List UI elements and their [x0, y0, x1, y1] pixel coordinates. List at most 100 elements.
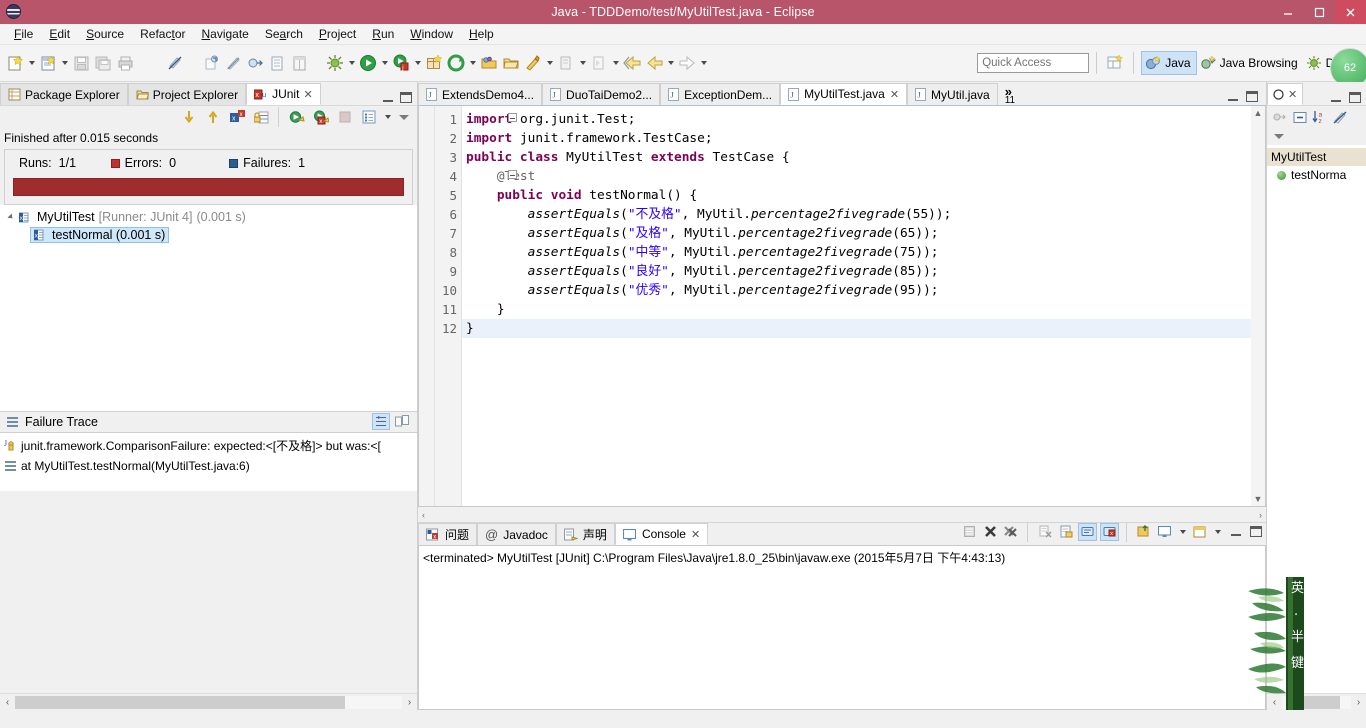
- outline-tree[interactable]: MyUtilTest testNorma: [1267, 145, 1366, 693]
- open-console-icon[interactable]: [1191, 523, 1209, 540]
- back-history-icon[interactable]: [621, 52, 643, 75]
- maximize-console-icon[interactable]: [1250, 526, 1262, 537]
- perspective-java-browsing[interactable]: Java Browsing: [1197, 51, 1303, 75]
- tab-outline[interactable]: ✕: [1267, 83, 1304, 105]
- code-line[interactable]: }: [462, 300, 1251, 319]
- scroll-right-arrow-icon[interactable]: ›: [1351, 695, 1366, 710]
- menu-item-edit[interactable]: Edit: [41, 25, 78, 43]
- table-row[interactable]: x testNormal (0.001 s): [0, 226, 417, 244]
- run-icon[interactable]: [357, 52, 379, 75]
- editor-text-area[interactable]: import org.junit.Test; import junit.frame…: [462, 106, 1251, 506]
- previous-failure-icon[interactable]: [202, 106, 224, 129]
- scroll-right-arrow-icon[interactable]: ›: [1255, 510, 1266, 520]
- tab-package-explorer[interactable]: Package Explorer: [0, 83, 128, 105]
- tab-declaration[interactable]: 声明: [555, 523, 615, 545]
- scroll-thumb[interactable]: [15, 695, 345, 709]
- scroll-down-arrow-icon[interactable]: ▼: [1254, 494, 1263, 504]
- forward-history-icon[interactable]: [643, 52, 665, 75]
- menu-item-window[interactable]: Window: [402, 25, 461, 43]
- code-line[interactable]: assertEquals("及格", MyUtil.percentage2fiv…: [462, 224, 1251, 243]
- perspective-java[interactable]: Java: [1141, 51, 1197, 75]
- minimize-button[interactable]: [1273, 0, 1304, 24]
- word-wrap-icon[interactable]: x: [1100, 522, 1119, 541]
- view-menu-icon[interactable]: [395, 106, 413, 129]
- toggle-mark-occurrences-icon[interactable]: [164, 52, 186, 75]
- list-item[interactable]: J junit.framework.ComparisonFailure: exp…: [0, 435, 417, 456]
- scroll-left-arrow-icon[interactable]: ‹: [0, 695, 15, 710]
- debug-icon[interactable]: [324, 52, 346, 75]
- scroll-right-arrow-icon[interactable]: ›: [402, 695, 417, 710]
- code-line[interactable]: }: [462, 319, 1251, 338]
- console-output[interactable]: <terminated> MyUtilTest [JUnit] C:\Progr…: [418, 545, 1266, 710]
- show-failures-only-icon[interactable]: xx: [226, 106, 248, 129]
- open-perspective-icon[interactable]: [1104, 52, 1126, 75]
- remove-all-terminated-icon[interactable]: [1002, 523, 1020, 540]
- test-history-icon[interactable]: [358, 106, 380, 129]
- code-line[interactable]: assertEquals("优秀", MyUtil.percentage2fiv…: [462, 281, 1251, 300]
- new-annotation-icon[interactable]: [200, 52, 222, 75]
- open-resource-icon[interactable]: [500, 52, 522, 75]
- code-line[interactable]: @Test: [462, 167, 1251, 186]
- menu-item-search[interactable]: Search: [257, 25, 311, 43]
- tab-outline-close-icon[interactable]: ✕: [1288, 88, 1297, 101]
- rerun-test-icon[interactable]: [286, 106, 308, 129]
- open-task-icon[interactable]: [266, 52, 288, 75]
- new-wizard-icon[interactable]: [4, 52, 26, 75]
- scroll-track[interactable]: [1282, 695, 1351, 709]
- code-line[interactable]: import junit.framework.TestCase;: [462, 129, 1251, 148]
- new-package-icon[interactable]: [423, 52, 445, 75]
- new-java-class-dropdown[interactable]: [59, 52, 70, 75]
- menu-item-file[interactable]: File: [6, 25, 41, 43]
- code-editor[interactable]: 1 2 3 4 5 6 7 8 9 10 11 12 import org.junit.Test; im…: [418, 105, 1266, 507]
- minimize-view-icon[interactable]: [382, 92, 395, 103]
- code-line[interactable]: public void testNormal() {: [462, 186, 1251, 205]
- lock-scroll-icon[interactable]: [250, 106, 272, 129]
- print-icon[interactable]: [114, 52, 136, 75]
- maximize-outline-icon[interactable]: [1349, 92, 1361, 103]
- scroll-up-arrow-icon[interactable]: ▲: [1254, 108, 1263, 118]
- test-history-dropdown[interactable]: [382, 106, 393, 129]
- scroll-track[interactable]: [15, 695, 402, 709]
- code-line[interactable]: assertEquals("良好", MyUtil.percentage2fiv…: [462, 262, 1251, 281]
- editor-tab-extendsdemo4[interactable]: J ExtendsDemo4...: [418, 83, 543, 105]
- close-icon[interactable]: ✕: [691, 528, 700, 541]
- next-failure-icon[interactable]: [178, 106, 200, 129]
- filter-stack-trace-icon[interactable]: [372, 413, 390, 430]
- editor-tab-myutil[interactable]: J MyUtil.java: [907, 83, 998, 105]
- code-line[interactable]: assertEquals("中等", MyUtil.percentage2fiv…: [462, 243, 1251, 262]
- table-row[interactable]: x MyUtilTest [Runner: JUnit 4] (0.001 s): [0, 208, 417, 226]
- menu-item-source[interactable]: Source: [78, 25, 132, 43]
- open-folder-icon[interactable]: [478, 52, 500, 75]
- display-selected-console-dropdown[interactable]: [1177, 520, 1188, 543]
- stop-icon[interactable]: [334, 106, 356, 129]
- tab-project-explorer[interactable]: Project Explorer: [127, 83, 247, 105]
- minimize-editor-icon[interactable]: [1227, 91, 1240, 102]
- junit-test-tree[interactable]: x MyUtilTest [Runner: JUnit 4] (0.001 s)…: [0, 205, 417, 411]
- maximize-view-icon[interactable]: [400, 92, 412, 103]
- save-icon[interactable]: [70, 52, 92, 75]
- previous-edit-icon[interactable]: [588, 52, 610, 75]
- maximize-editor-icon[interactable]: [1246, 91, 1258, 102]
- tab-problems[interactable]: x 问题: [418, 523, 478, 545]
- run-coverage-icon[interactable]: j: [390, 52, 412, 75]
- tab-junit-close-icon[interactable]: ✕: [303, 88, 312, 101]
- refresh-icon[interactable]: [445, 52, 467, 75]
- close-icon[interactable]: ✕: [890, 88, 899, 101]
- code-line[interactable]: public class MyUtilTest extends TestCase…: [462, 148, 1251, 167]
- terminate-icon[interactable]: [981, 523, 999, 540]
- debug-dropdown[interactable]: [346, 52, 357, 75]
- maximize-button[interactable]: [1304, 0, 1335, 24]
- tab-console[interactable]: Console ✕: [614, 523, 709, 545]
- pin-console-icon[interactable]: [1135, 523, 1153, 540]
- scroll-left-arrow-icon[interactable]: ‹: [418, 510, 429, 520]
- editor-tab-exceptiondemo[interactable]: J ExceptionDem...: [660, 83, 781, 105]
- run-dropdown[interactable]: [379, 52, 390, 75]
- outline-hscrollbar[interactable]: ‹ ›: [1267, 693, 1366, 710]
- editor-tab-duotaidemo2[interactable]: J DuoTaiDemo2...: [542, 83, 661, 105]
- failure-trace-list[interactable]: J junit.framework.ComparisonFailure: exp…: [0, 432, 417, 491]
- menu-item-help[interactable]: Help: [461, 25, 502, 43]
- menu-item-navigate[interactable]: Navigate: [193, 25, 256, 43]
- remove-launch-icon[interactable]: [1036, 523, 1054, 540]
- tab-javadoc[interactable]: @ Javadoc: [477, 523, 556, 545]
- tab-junit[interactable]: xu JUnit ✕: [246, 83, 321, 105]
